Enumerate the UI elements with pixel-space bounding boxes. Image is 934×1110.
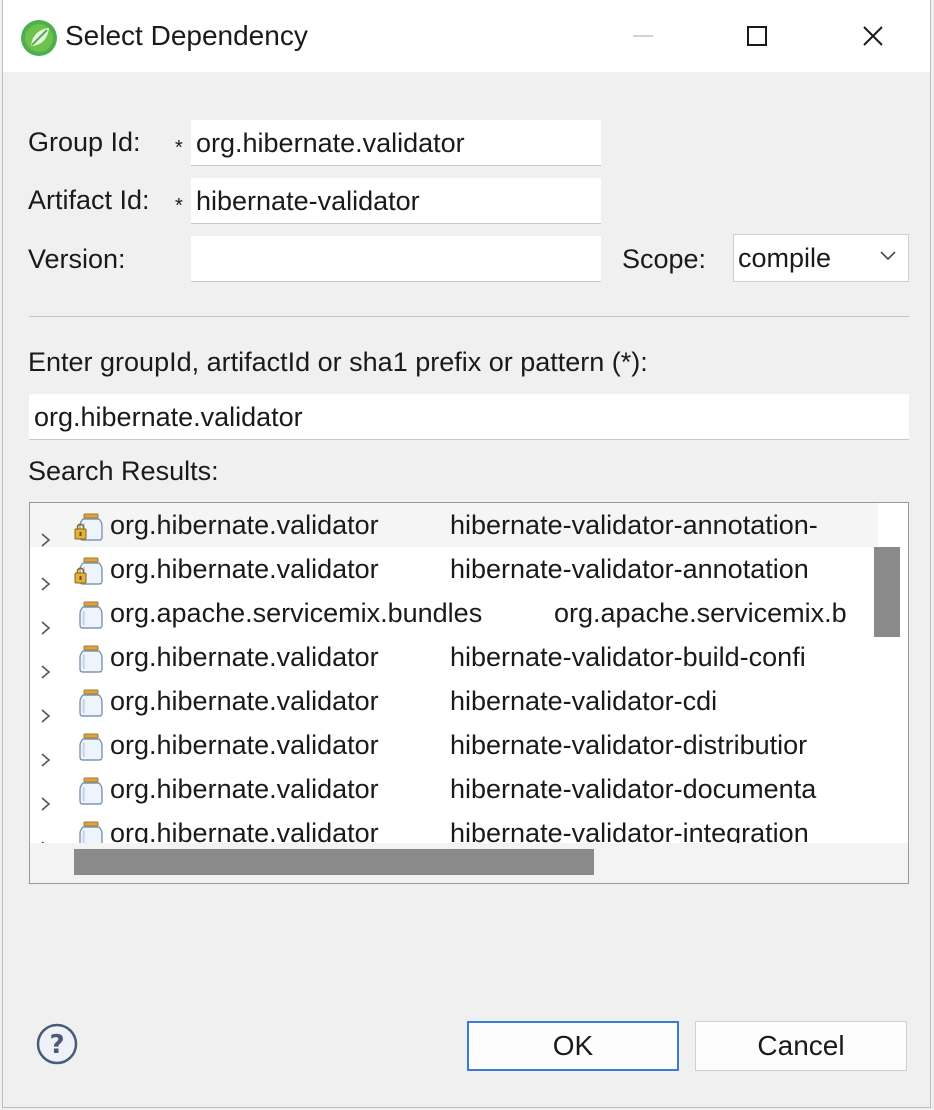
maximize-icon xyxy=(747,26,767,46)
search-input[interactable]: org.hibernate.validator xyxy=(29,394,909,440)
group-id-required-marker: * xyxy=(175,137,183,159)
search-results-label: Search Results: xyxy=(28,456,219,486)
title-bar: Select Dependency xyxy=(3,0,930,72)
group-id-label: Group Id: xyxy=(28,127,141,157)
horizontal-scrollbar-thumb[interactable] xyxy=(74,849,594,875)
artifact-id-field[interactable]: hibernate-validator xyxy=(191,178,601,224)
result-artifact-id: hibernate-validator-cdi xyxy=(450,686,718,716)
ok-button[interactable]: OK xyxy=(467,1021,679,1071)
jar-icon xyxy=(74,643,104,679)
minimize-icon xyxy=(633,35,653,37)
svg-text:?: ? xyxy=(49,1030,64,1060)
scope-selected-value: compile xyxy=(738,243,832,273)
jar-icon xyxy=(74,599,104,635)
result-group-id: org.hibernate.validator xyxy=(110,510,379,540)
result-artifact-id: hibernate-validator-annotation xyxy=(450,554,809,584)
scope-label: Scope: xyxy=(622,244,707,274)
locked-jar-icon xyxy=(74,555,104,591)
result-group-id: org.hibernate.validator xyxy=(110,554,379,584)
chevron-down-icon xyxy=(880,251,896,261)
maximize-button[interactable] xyxy=(709,0,805,72)
spring-leaf-icon xyxy=(21,20,57,56)
vertical-scrollbar-thumb[interactable] xyxy=(874,547,900,637)
artifact-id-required-marker: * xyxy=(175,195,183,217)
close-icon xyxy=(863,26,883,46)
result-artifact-id: hibernate-validator-distributior xyxy=(450,730,808,760)
search-results-tree[interactable]: org.hibernate.validator hibernate-validat… xyxy=(29,502,909,884)
result-group-id: org.hibernate.validator xyxy=(110,686,379,716)
chevron-right-icon[interactable] xyxy=(40,781,52,811)
version-label: Version: xyxy=(28,244,126,274)
scope-select[interactable]: compile xyxy=(733,234,909,282)
search-prompt: Enter groupId, artifactId or sha1 prefix… xyxy=(28,347,648,377)
result-group-id: org.hibernate.validator xyxy=(110,774,379,804)
result-row[interactable]: org.hibernate.validator hibernate-validat… xyxy=(30,723,878,767)
version-field[interactable] xyxy=(191,236,601,282)
result-row[interactable]: org.hibernate.validator hibernate-validat… xyxy=(30,547,878,591)
result-artifact-id: org.apache.servicemix.b xyxy=(554,598,847,628)
result-row[interactable]: org.hibernate.validator hibernate-validat… xyxy=(30,635,878,679)
result-row[interactable]: org.apache.servicemix.bundles org.apache.… xyxy=(30,591,878,635)
result-row[interactable]: org.hibernate.validator hibernate-validat… xyxy=(30,503,878,547)
window-title: Select Dependency xyxy=(65,20,308,51)
group-id-field[interactable]: org.hibernate.validator xyxy=(191,120,601,166)
minimize-button[interactable] xyxy=(595,0,691,72)
result-artifact-id: hibernate-validator-build-confi xyxy=(450,642,806,672)
chevron-right-icon[interactable] xyxy=(40,605,52,635)
result-group-id: org.hibernate.validator xyxy=(110,730,379,760)
locked-jar-icon xyxy=(74,511,104,547)
select-dependency-dialog: Select Dependency Group Id: * org.hibern… xyxy=(2,0,931,1108)
chevron-right-icon[interactable] xyxy=(40,561,52,591)
artifact-id-label: Artifact Id: xyxy=(28,185,150,215)
result-row[interactable]: org.hibernate.validator hibernate-validat… xyxy=(30,679,878,723)
close-button[interactable] xyxy=(825,0,921,72)
chevron-right-icon[interactable] xyxy=(40,517,52,547)
chevron-right-icon[interactable] xyxy=(40,693,52,723)
result-artifact-id: hibernate-validator-annotation- xyxy=(450,510,818,540)
chevron-right-icon[interactable] xyxy=(40,737,52,767)
result-artifact-id: hibernate-validator-documenta xyxy=(450,774,817,804)
result-group-id: org.apache.servicemix.bundles xyxy=(110,598,483,628)
separator xyxy=(29,316,909,317)
jar-icon xyxy=(74,687,104,723)
chevron-right-icon[interactable] xyxy=(40,649,52,679)
cancel-button[interactable]: Cancel xyxy=(695,1021,907,1071)
help-icon[interactable]: ? xyxy=(35,1022,79,1066)
result-group-id: org.hibernate.validator xyxy=(110,642,379,672)
result-row[interactable]: org.hibernate.validator hibernate-validat… xyxy=(30,767,878,811)
jar-icon xyxy=(74,775,104,811)
jar-icon xyxy=(74,731,104,767)
